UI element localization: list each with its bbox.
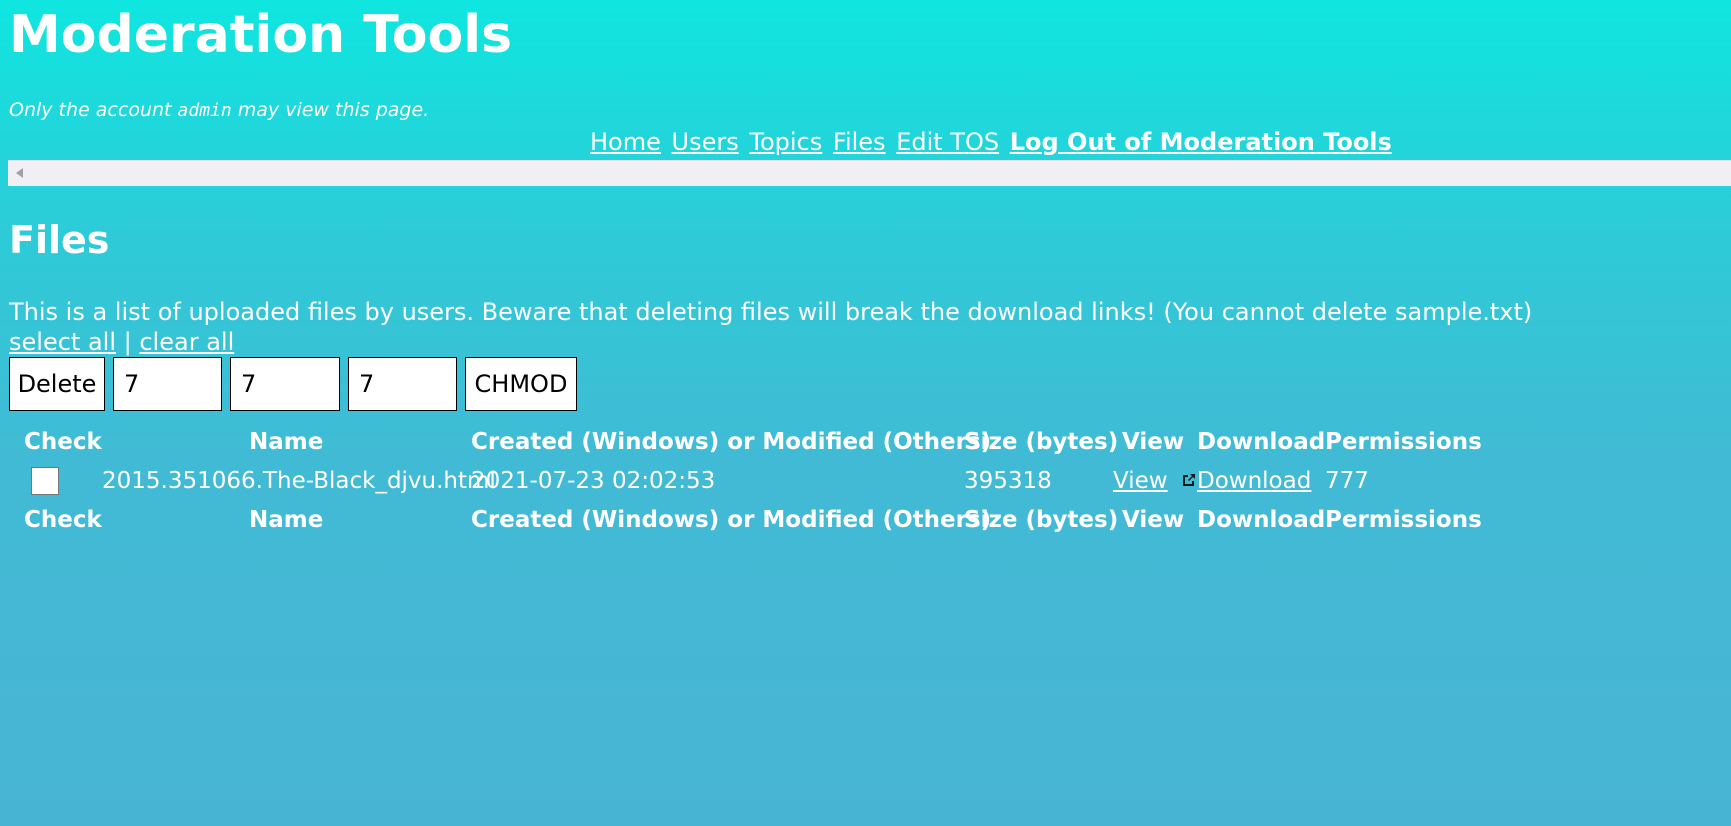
column-footer-name: Name [249,507,324,533]
owner-permission-input[interactable] [113,357,222,411]
selection-links: select all | clear all [9,327,234,357]
column-footer-download: Download [1197,507,1326,533]
notice-suffix: may view this page. [237,99,430,121]
view-cell: View [1113,466,1197,496]
file-name: 2015.351066.The-Black_djvu.html [102,468,496,494]
column-header-view: View [1122,429,1185,455]
row-checkbox[interactable] [31,467,59,495]
view-link[interactable]: View [1113,468,1168,494]
scroll-left-arrow-icon[interactable] [16,168,23,178]
nav-logout-link[interactable]: Log Out of Moderation Tools [1010,128,1392,156]
download-link[interactable]: Download [1197,468,1311,494]
notice-prefix: Only the account [9,99,172,121]
group-permission-input[interactable] [230,357,340,411]
section-description: This is a list of uploaded files by user… [9,298,1533,326]
notice-account: admin [177,100,232,121]
column-header-created: Created (Windows) or Modified (Others) [471,429,992,455]
file-created: 2021-07-23 02:02:53 [471,468,716,494]
column-footer-check: Check [24,507,102,533]
nav-users-link[interactable]: Users [672,128,739,156]
main-nav: Home Users Topics Files Edit TOS Log Out… [590,127,1395,157]
horizontal-scrollbar[interactable] [8,160,1731,186]
column-header-check: Check [24,429,102,455]
other-permission-input[interactable] [348,357,457,411]
nav-files-link[interactable]: Files [833,128,886,156]
delete-button[interactable]: Delete [9,357,105,411]
column-footer-permissions: Permissions [1325,507,1482,533]
column-footer-created: Created (Windows) or Modified (Others) [471,507,992,533]
section-heading: Files [9,218,110,262]
nav-edit-tos-link[interactable]: Edit TOS [896,128,999,156]
nav-home-link[interactable]: Home [590,128,661,156]
column-footer-size: Size (bytes) [964,507,1119,533]
external-link-icon [1182,473,1195,486]
page-title: Moderation Tools [9,5,513,65]
column-header-permissions: Permissions [1325,429,1482,455]
nav-topics-link[interactable]: Topics [749,128,822,156]
clear-all-link[interactable]: clear all [139,328,234,356]
selection-separator: | [123,328,132,356]
file-permissions: 777 [1325,468,1369,494]
column-footer-view: View [1122,507,1185,533]
column-header-name: Name [249,429,324,455]
file-size: 395318 [964,468,1052,494]
chmod-button[interactable]: CHMOD [465,357,577,411]
column-header-download: Download [1197,429,1326,455]
access-notice: Only the account admin may view this pag… [9,98,429,123]
download-cell: Download [1197,466,1311,496]
column-header-size: Size (bytes) [964,429,1119,455]
select-all-link[interactable]: select all [9,328,116,356]
